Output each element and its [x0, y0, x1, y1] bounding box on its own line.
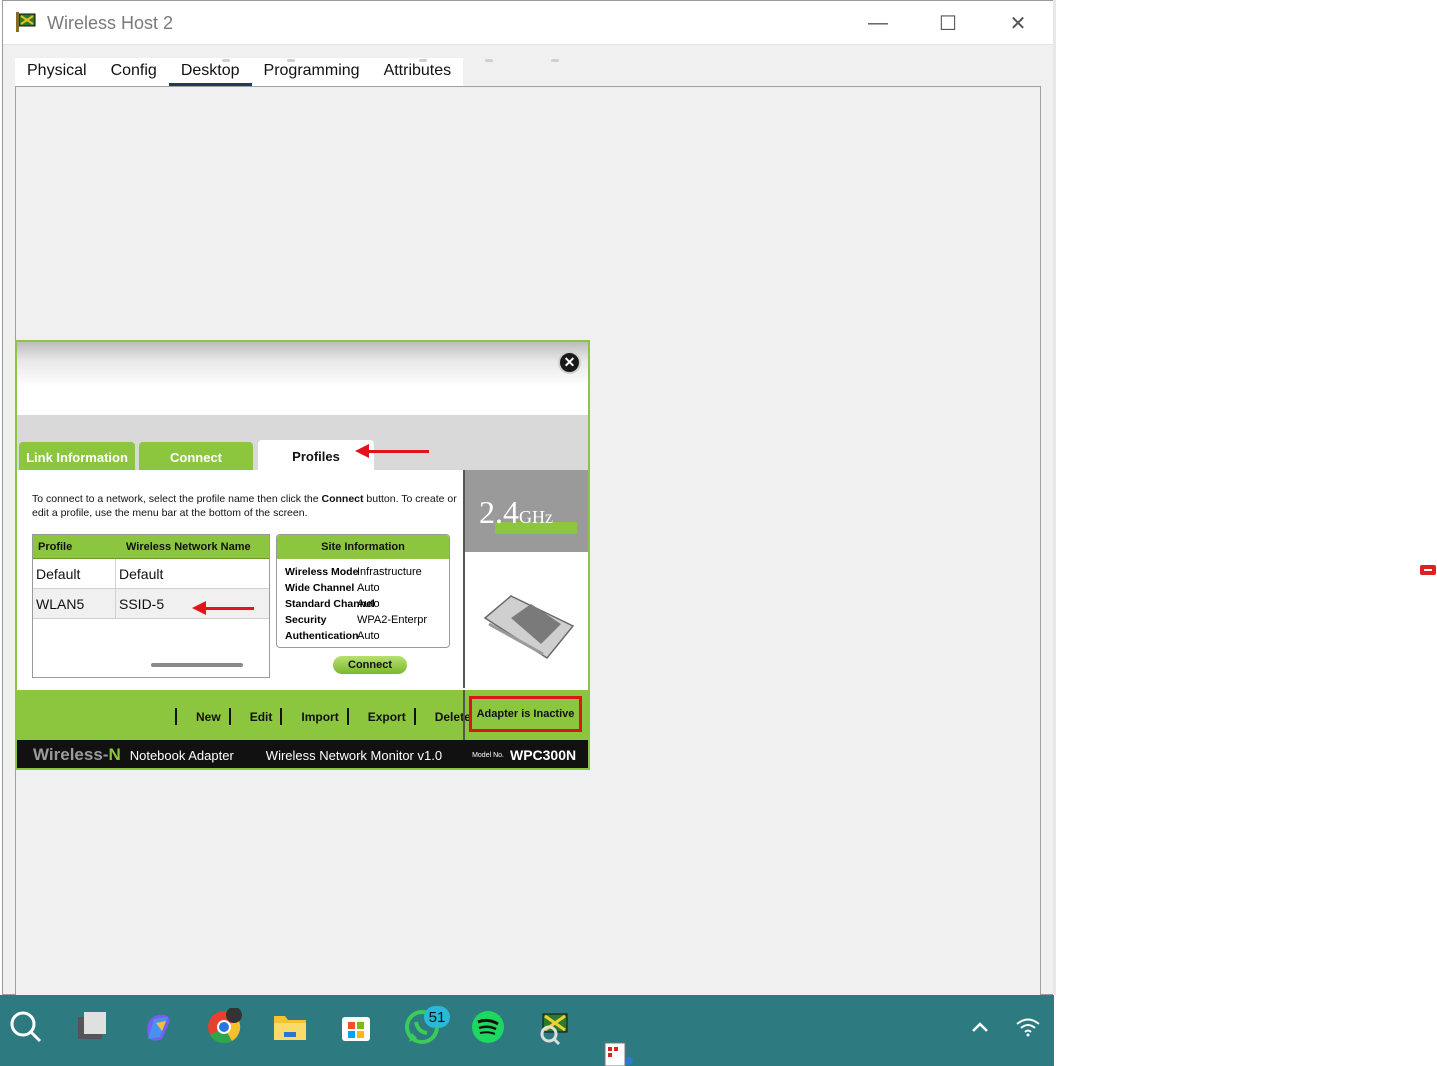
spotify-running-indicator	[485, 59, 493, 62]
horizontal-scrollbar[interactable]	[151, 663, 243, 667]
copilot-icon[interactable]	[138, 1007, 178, 1047]
site-label: Security	[285, 614, 327, 626]
band-banner: 2.4GHz	[465, 470, 588, 552]
dialog-close-icon[interactable]: ✕	[558, 351, 581, 374]
menu-divider	[463, 690, 465, 742]
site-value: WPA2-Enterpr	[357, 614, 428, 626]
profile-table-header: Profile Wireless Network Name	[33, 535, 269, 559]
packet-tracer-running-indicator	[551, 59, 559, 62]
model-number-label: Model No.	[472, 751, 504, 759]
window-title: Wireless Host 2	[47, 13, 174, 33]
device-tabs: Physical Config Desktop Programming Attr…	[15, 58, 464, 86]
minimize-icon: —	[868, 11, 888, 34]
maximize-icon: ☐	[939, 12, 957, 35]
store-icon[interactable]	[336, 1007, 376, 1047]
annotation-arrow-profiles	[355, 444, 429, 458]
model-number: WPC300N	[509, 747, 577, 763]
ssid-cell: Default	[119, 565, 164, 582]
whatsapp-running-indicator	[419, 59, 427, 62]
site-value: Auto	[357, 630, 380, 642]
profile-cell: Default	[33, 559, 116, 588]
table-row[interactable]: WLAN5 SSID-5	[33, 589, 269, 619]
site-value: Auto	[357, 582, 380, 594]
tab-physical[interactable]: Physical	[15, 58, 99, 86]
chrome-running-indicator	[222, 59, 230, 62]
chevron-up-icon[interactable]	[960, 1007, 1000, 1047]
site-label: Wide Channel	[285, 582, 355, 594]
background-window-edge	[1053, 0, 1056, 995]
file-explorer-icon[interactable]	[270, 1007, 310, 1047]
annotation-arrow-ssid	[192, 601, 254, 615]
edit-button[interactable]: Edit	[228, 708, 281, 725]
ssid-cell: SSID-5	[119, 595, 165, 612]
site-label: Standard Channel	[285, 598, 375, 610]
profile-menu-bar: New Edit Import Export Delete Adapter is…	[17, 688, 588, 742]
profile-cell: WLAN5	[33, 589, 116, 618]
site-information-title: Site Information	[277, 535, 449, 559]
search-icon[interactable]	[6, 1007, 46, 1047]
monitor-label: Wireless Network Monitor v1.0	[265, 747, 443, 763]
wifi-icon[interactable]	[1008, 1007, 1048, 1047]
task-view-icon[interactable]	[72, 1007, 112, 1047]
site-value: Infrastructure	[357, 566, 422, 578]
explorer-running-indicator	[287, 59, 295, 62]
brand-logo: Wireless-N	[33, 745, 121, 764]
tab-attributes[interactable]: Attributes	[372, 58, 464, 86]
wireless-monitor-dialog: ✕ Link Information Connect Profiles To c…	[15, 340, 590, 770]
tab-link-information[interactable]: Link Information	[19, 442, 135, 472]
adapter-side-panel: 2.4GHz	[463, 470, 588, 688]
taskbar	[0, 995, 1054, 1066]
new-button[interactable]: New	[175, 708, 229, 725]
instructions-text: To connect to a network, select the prof…	[32, 493, 457, 519]
close-button[interactable]: ✕	[983, 1, 1053, 45]
column-profile: Profile	[38, 540, 73, 553]
adapter-card-image	[483, 595, 575, 659]
adapter-status: Adapter is Inactive	[469, 696, 582, 732]
tab-connect[interactable]: Connect	[139, 442, 253, 472]
import-button[interactable]: Import	[280, 708, 346, 725]
packet-tracer-thumbnail-icon[interactable]	[598, 1037, 638, 1066]
dialog-header	[17, 342, 588, 417]
dialog-footer: Wireless-N Notebook Adapter Wireless Net…	[17, 740, 588, 768]
site-label: Authentication	[285, 630, 359, 642]
adapter-label: Notebook Adapter	[129, 747, 234, 763]
band-label: 2.4GHz	[479, 494, 553, 530]
site-label: Wireless Mode	[285, 566, 359, 578]
connect-button[interactable]: Connect	[333, 656, 407, 674]
notification-badge: 51	[424, 1006, 450, 1028]
table-row[interactable]: Default Default	[33, 559, 269, 589]
column-network-name: Wireless Network Name	[126, 540, 251, 553]
tab-programming[interactable]: Programming	[252, 58, 372, 86]
minimize-button[interactable]: —	[843, 1, 913, 45]
tab-desktop[interactable]: Desktop	[168, 58, 252, 86]
close-icon: ✕	[1009, 12, 1027, 35]
chrome-icon[interactable]	[204, 1007, 244, 1047]
background-red-icon	[1420, 565, 1436, 575]
site-information-box: Site Information Wireless Mode Infrastruc…	[276, 534, 450, 648]
export-button[interactable]: Export	[346, 708, 414, 725]
packet-tracer-icon[interactable]	[534, 1007, 574, 1047]
profile-actions: New Edit Import Export Delete	[175, 708, 479, 725]
maximize-button[interactable]: ☐	[913, 1, 983, 45]
packet-tracer-app-icon	[16, 12, 36, 32]
site-value: Auto	[357, 598, 380, 610]
tab-config[interactable]: Config	[99, 58, 169, 86]
spotify-icon[interactable]	[468, 1007, 508, 1047]
profiles-panel: To connect to a network, select the prof…	[17, 470, 463, 688]
profile-table: Profile Wireless Network Name Default De…	[32, 534, 270, 678]
title-bar: Wireless Host 2 — ☐ ✕	[3, 1, 1053, 45]
